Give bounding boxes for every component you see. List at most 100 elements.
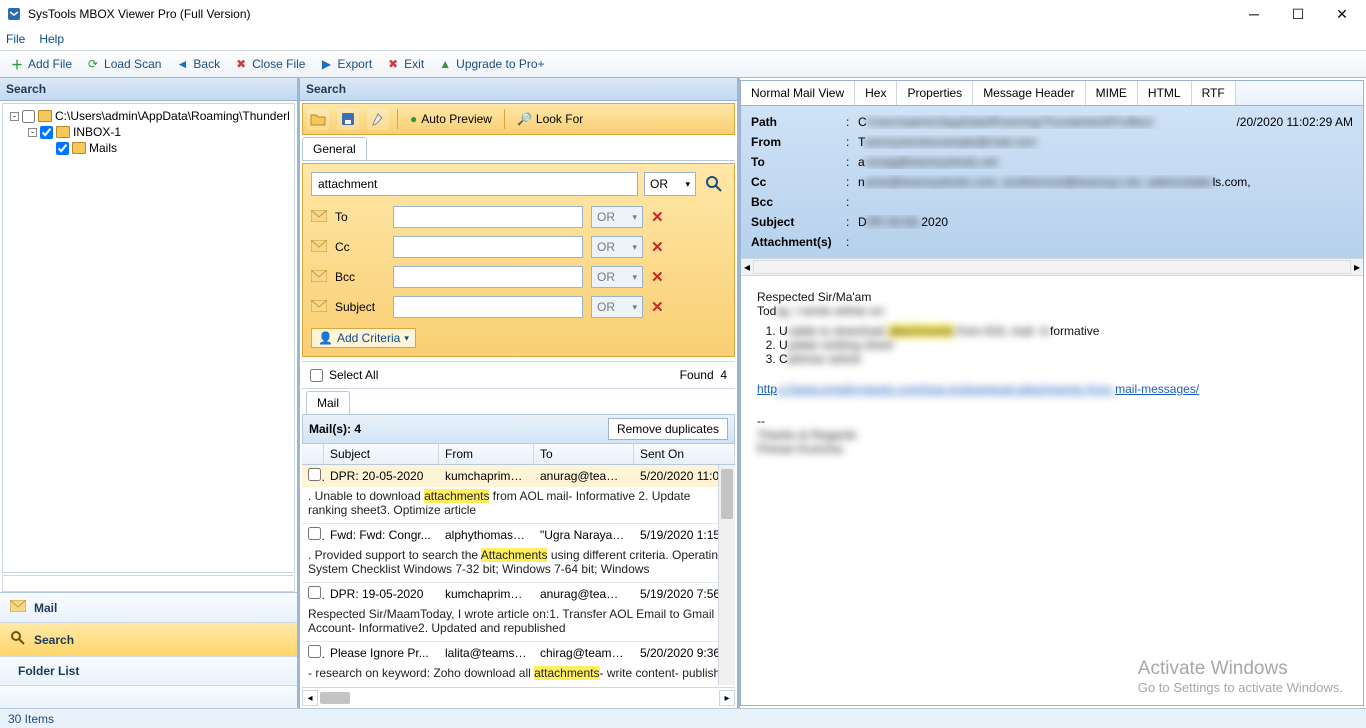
mail-checkbox[interactable]	[308, 527, 321, 540]
nav-mail[interactable]: Mail	[0, 593, 297, 623]
save-icon[interactable]	[337, 108, 359, 130]
cc-input[interactable]	[393, 236, 583, 258]
mail-list-header: Mail(s): 4 Remove duplicates	[302, 414, 735, 444]
nav-search[interactable]: Search	[0, 623, 297, 657]
mail-to: anurag@teamsysto...	[534, 584, 634, 604]
clear-icon[interactable]	[367, 108, 389, 130]
auto-preview-button[interactable]: ●Auto Preview	[406, 110, 496, 128]
tree-mails-row[interactable]: Mails	[5, 140, 292, 156]
tree-inbox-label: INBOX-1	[73, 125, 121, 139]
scroll-right-icon[interactable]: ▸	[1354, 260, 1360, 274]
menu-file[interactable]: File	[6, 32, 25, 46]
exit-button[interactable]: ✖Exit	[380, 55, 430, 73]
tree-mails-checkbox[interactable]	[56, 142, 69, 155]
cc-operator-select[interactable]: OR▾	[591, 236, 643, 258]
mail-list-hscroll[interactable]: ◂ ▸	[302, 687, 735, 706]
select-all-checkbox[interactable]: Select All	[310, 368, 378, 382]
dot-icon: ●	[410, 112, 417, 126]
folder-icon	[56, 126, 70, 138]
sig-dashes: --	[757, 414, 1347, 428]
mail-from: kumchapriman@...	[439, 466, 534, 486]
folder-icon	[38, 110, 52, 122]
menubar: File Help	[0, 28, 1366, 50]
preview-tab-normal-mail-view[interactable]: Normal Mail View	[741, 81, 855, 105]
remove-cc-button[interactable]: ✕	[651, 238, 664, 256]
remove-subject-button[interactable]: ✕	[651, 298, 664, 316]
maximize-button[interactable]: ☐	[1284, 4, 1312, 24]
person-plus-icon: 👤	[318, 331, 333, 345]
mail-item[interactable]: DPR: 20-05-2020kumchapriman@...anurag@te…	[302, 465, 735, 524]
headers-hscroll[interactable]: ◂▸	[741, 258, 1363, 276]
menu-help[interactable]: Help	[39, 32, 64, 46]
refresh-icon: ⟳	[86, 57, 100, 71]
load-scan-button[interactable]: ⟳Load Scan	[80, 55, 167, 73]
col-sent[interactable]: Sent On	[634, 444, 735, 464]
chevron-down-icon: ▾	[404, 333, 409, 344]
chevron-down-icon: ▾	[632, 242, 637, 253]
criteria-to-row: To OR▾ ✕	[311, 206, 726, 228]
mail-snippet: - research on keyword: Zoho download all…	[302, 664, 735, 685]
nav-folder-list[interactable]: Folder List	[0, 657, 297, 686]
vscroll-thumb[interactable]	[721, 469, 733, 519]
tree-inbox-row[interactable]: - INBOX-1	[5, 124, 292, 140]
preview-tab-properties[interactable]: Properties	[897, 81, 973, 105]
mail-to: "Ugra Narayan P...	[534, 525, 634, 545]
remove-bcc-button[interactable]: ✕	[651, 268, 664, 286]
upgrade-button[interactable]: ▲Upgrade to Pro+	[432, 55, 550, 73]
close-file-button[interactable]: ✖Close File	[228, 55, 311, 73]
mail-checkbox[interactable]	[308, 645, 321, 658]
search-execute-button[interactable]	[702, 172, 726, 196]
look-for-button[interactable]: 🔎Look For	[513, 110, 587, 128]
collapse-icon[interactable]: -	[28, 128, 37, 137]
mail-item[interactable]: Please Ignore Pr...lalita@teamsysto...ch…	[302, 642, 735, 685]
scroll-left-icon[interactable]: ◂	[744, 260, 750, 274]
mail-item[interactable]: DPR: 19-05-2020kumchapriman@...anurag@te…	[302, 583, 735, 642]
add-criteria-button[interactable]: 👤 Add Criteria ▾	[311, 328, 416, 348]
close-button[interactable]: ✕	[1328, 4, 1356, 24]
scroll-right-icon[interactable]: ▸	[719, 690, 735, 706]
preview-tab-hex[interactable]: Hex	[855, 81, 897, 105]
open-icon[interactable]	[307, 108, 329, 130]
folder-tree[interactable]: - C:\Users\admin\AppData\Roaming\Thunder…	[2, 103, 295, 573]
mail-checkbox[interactable]	[308, 468, 321, 481]
subject-label: Subject	[335, 300, 385, 314]
tab-general[interactable]: General	[302, 137, 367, 160]
mail-item[interactable]: Fwd: Fwd: Congr...alphythomas@te..."Ugra…	[302, 524, 735, 583]
col-subject[interactable]: Subject	[324, 444, 439, 464]
preview-tab-html[interactable]: HTML	[1138, 81, 1192, 105]
col-to[interactable]: To	[534, 444, 634, 464]
scroll-left-icon[interactable]: ◂	[302, 690, 318, 706]
remove-duplicates-button[interactable]: Remove duplicates	[608, 418, 728, 440]
envelope-icon	[311, 300, 327, 315]
keyword-input[interactable]	[311, 172, 638, 196]
to-input[interactable]	[393, 206, 583, 228]
tree-root-row[interactable]: - C:\Users\admin\AppData\Roaming\Thunder…	[5, 108, 292, 124]
subject-operator-select[interactable]: OR▾	[591, 296, 643, 318]
preview-tab-message-header[interactable]: Message Header	[973, 81, 1085, 105]
mail-list-vscroll[interactable]	[718, 465, 735, 685]
tree-root-checkbox[interactable]	[22, 110, 35, 123]
preview-tab-rtf[interactable]: RTF	[1192, 81, 1236, 105]
keyword-operator-select[interactable]: OR▾	[644, 172, 696, 196]
bcc-operator-select[interactable]: OR▾	[591, 266, 643, 288]
minimize-button[interactable]: ─	[1240, 4, 1268, 24]
back-button[interactable]: ◄Back	[169, 55, 226, 73]
mail-checkbox[interactable]	[308, 586, 321, 599]
bcc-input[interactable]	[393, 266, 583, 288]
body-link[interactable]: https://www.emailsystools.com/how-to/dow…	[757, 382, 1199, 396]
to-operator-select[interactable]: OR▾	[591, 206, 643, 228]
collapse-icon[interactable]: -	[10, 112, 19, 121]
remove-to-button[interactable]: ✕	[651, 208, 664, 226]
export-button[interactable]: ▶Export	[313, 55, 378, 73]
tree-hscroll[interactable]	[2, 575, 295, 592]
mail-subject: DPR: 20-05-2020	[324, 466, 439, 486]
mail-tab[interactable]: Mail	[306, 391, 350, 414]
hscroll-thumb[interactable]	[320, 692, 350, 704]
col-from[interactable]: From	[439, 444, 534, 464]
mail-icon	[10, 600, 26, 615]
upgrade-icon: ▲	[438, 57, 452, 71]
add-file-button[interactable]: ＋Add File	[4, 55, 78, 73]
tree-inbox-checkbox[interactable]	[40, 126, 53, 139]
preview-tab-mime[interactable]: MIME	[1086, 81, 1138, 105]
subject-input[interactable]	[393, 296, 583, 318]
